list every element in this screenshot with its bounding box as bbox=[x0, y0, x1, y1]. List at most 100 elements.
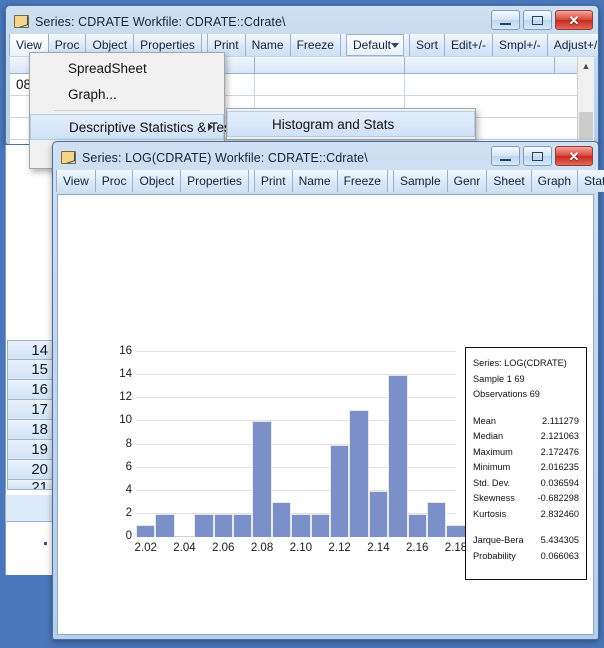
gridline bbox=[136, 397, 456, 398]
window-front-controls[interactable]: ✕ bbox=[491, 146, 593, 166]
toolbar-button-freeze[interactable]: Freeze bbox=[338, 170, 388, 192]
stats-row-value: 2.016235 bbox=[541, 460, 579, 476]
histogram-bar bbox=[252, 421, 271, 537]
menu-item-descriptive-statistics[interactable]: Descriptive Statistics & Tests bbox=[30, 114, 224, 140]
stats-row-key: Kurtosis bbox=[473, 507, 506, 523]
column-header-3[interactable] bbox=[405, 57, 555, 73]
stats-row-key: Maximum bbox=[473, 445, 513, 461]
histogram-bar bbox=[369, 491, 388, 537]
stats-row-value: 2.121063 bbox=[541, 429, 579, 445]
maximize-button[interactable] bbox=[523, 10, 552, 30]
histogram-view[interactable]: 0246810121416 2.022.042.062.082.102.122.… bbox=[57, 194, 594, 635]
toolbar-button-sort[interactable]: Sort bbox=[409, 34, 445, 56]
toolbar-button-object[interactable]: Object bbox=[133, 170, 181, 192]
x-axis-tick-label: 2.12 bbox=[320, 542, 360, 554]
gridline bbox=[136, 374, 456, 375]
row-header[interactable]: 16 bbox=[7, 380, 53, 400]
minimize-icon bbox=[500, 159, 511, 161]
stats-row: Std. Dev.0.036594 bbox=[473, 476, 579, 492]
x-axis-tick-label: 2.08 bbox=[242, 542, 282, 554]
toolbar-button-print[interactable]: Print bbox=[254, 170, 293, 192]
window-front-title: Series: LOG(CDRATE) Workfile: CDRATE::Cd… bbox=[82, 151, 368, 165]
y-axis-tick-label: 0 bbox=[106, 530, 132, 542]
close-button[interactable]: ✕ bbox=[555, 146, 593, 166]
window-front-titlebar[interactable]: Series: LOG(CDRATE) Workfile: CDRATE::Cd… bbox=[56, 145, 595, 170]
chevron-down-icon bbox=[391, 43, 399, 48]
stats-row-value: 0.036594 bbox=[541, 476, 579, 492]
gridline bbox=[136, 467, 456, 468]
histogram-chart: 0246810121416 2.022.042.062.082.102.122.… bbox=[58, 195, 593, 634]
row-header-column[interactable]: 14 15 16 17 18 19 20 21 bbox=[7, 340, 53, 490]
toolbar-button-graph[interactable]: Graph bbox=[532, 170, 578, 192]
toolbar-button-proc[interactable]: Proc bbox=[96, 170, 134, 192]
vertical-scrollbar[interactable]: ▲ bbox=[577, 57, 594, 144]
stats-spacer bbox=[473, 403, 579, 414]
stats-rows-secondary: Jarque-Bera5.434305Probability0.066063 bbox=[473, 533, 579, 564]
toolbar-button-view[interactable]: View bbox=[56, 170, 96, 192]
histogram-bar bbox=[272, 502, 291, 537]
cell-empty-1[interactable] bbox=[255, 74, 405, 95]
histogram-bar bbox=[214, 514, 233, 537]
toolbar-button-freeze[interactable]: Freeze bbox=[291, 34, 341, 56]
toolbar-button-name[interactable]: Name bbox=[246, 34, 291, 56]
stats-series-line: Series: LOG(CDRATE) bbox=[473, 356, 579, 372]
row-header[interactable]: 18 bbox=[7, 420, 53, 440]
minimize-button[interactable] bbox=[491, 146, 520, 166]
stats-row: Probability0.066063 bbox=[473, 549, 579, 565]
histogram-bar bbox=[427, 502, 446, 537]
y-axis-tick-label: 6 bbox=[106, 461, 132, 473]
window-back-titlebar[interactable]: Series: CDRATE Workfile: CDRATE::Cdrate\… bbox=[9, 9, 595, 34]
toolbar-button-sample[interactable]: Sample bbox=[393, 170, 448, 192]
histogram-bar bbox=[408, 514, 427, 537]
series-icon bbox=[14, 15, 29, 28]
histogram-bar bbox=[136, 525, 155, 537]
scroll-up-icon[interactable]: ▲ bbox=[578, 57, 594, 74]
menu-item-label: Descriptive Statistics & Tests bbox=[69, 120, 241, 135]
stats-row-value: 2.111279 bbox=[542, 414, 579, 430]
window-back-controls[interactable]: ✕ bbox=[491, 10, 593, 30]
series-log-cdrate-window[interactable]: Series: LOG(CDRATE) Workfile: CDRATE::Cd… bbox=[52, 141, 599, 640]
x-axis-tick-label: 2.16 bbox=[397, 542, 437, 554]
stats-row: Minimum 2.016235 bbox=[473, 460, 579, 476]
stats-row-value: 0.066063 bbox=[541, 549, 579, 565]
menu-item-graph[interactable]: Graph... bbox=[30, 81, 224, 107]
maximize-button[interactable] bbox=[523, 146, 552, 166]
gridline bbox=[136, 444, 456, 445]
scrollbar-thumb[interactable] bbox=[579, 112, 593, 140]
row-header[interactable]: 21 bbox=[7, 480, 53, 490]
row-header[interactable]: 15 bbox=[7, 360, 53, 380]
row-header[interactable]: 19 bbox=[7, 440, 53, 460]
stats-row-value: 2.832460 bbox=[541, 507, 579, 523]
toolbar-button-sheet[interactable]: Sheet bbox=[487, 170, 531, 192]
toolbar-button-smpl[interactable]: Smpl+/- bbox=[493, 34, 548, 56]
toolbar-button-edit[interactable]: Edit+/- bbox=[445, 34, 493, 56]
toolbar-button-stats[interactable]: Stats bbox=[578, 170, 604, 192]
x-axis-tick-label: 2.06 bbox=[203, 542, 243, 554]
descriptive-statistics-submenu[interactable]: Histogram and Stats bbox=[226, 108, 476, 140]
stats-row-key: Jarque-Bera bbox=[473, 533, 524, 549]
stats-spacer-2 bbox=[473, 522, 579, 533]
column-header-2[interactable] bbox=[255, 57, 405, 73]
row-header[interactable]: 14 bbox=[7, 340, 53, 360]
menu-item-spreadsheet[interactable]: SpreadSheet bbox=[30, 55, 224, 81]
y-axis-tick-label: 12 bbox=[106, 391, 132, 403]
histogram-bar bbox=[330, 445, 349, 538]
toolbar-button-properties[interactable]: Properties bbox=[181, 170, 249, 192]
row-header[interactable]: 17 bbox=[7, 400, 53, 420]
menu-separator bbox=[54, 110, 200, 111]
statistics-panel: Series: LOG(CDRATE) Sample 1 69 Observat… bbox=[465, 347, 587, 580]
stats-row-key: Minimum bbox=[473, 460, 510, 476]
sample-dropdown[interactable]: Default bbox=[346, 34, 404, 56]
stats-sample-line: Sample 1 69 bbox=[473, 372, 579, 388]
toolbar-button-genr[interactable]: Genr bbox=[448, 170, 488, 192]
menu-item-histogram-and-stats[interactable]: Histogram and Stats bbox=[227, 111, 475, 137]
row-header[interactable]: 20 bbox=[7, 460, 53, 480]
x-axis-tick-label: 2.02 bbox=[126, 542, 166, 554]
window-front-toolbar[interactable]: View Proc Object Properties Print Name F… bbox=[56, 170, 595, 192]
minimize-button[interactable] bbox=[491, 10, 520, 30]
x-axis-tick-label: 2.14 bbox=[358, 542, 398, 554]
close-button[interactable]: ✕ bbox=[555, 10, 593, 30]
toolbar-button-name[interactable]: Name bbox=[293, 170, 338, 192]
stats-row-value: -0.682298 bbox=[538, 491, 579, 507]
toolbar-button-adjust[interactable]: Adjust+/- bbox=[548, 34, 599, 56]
